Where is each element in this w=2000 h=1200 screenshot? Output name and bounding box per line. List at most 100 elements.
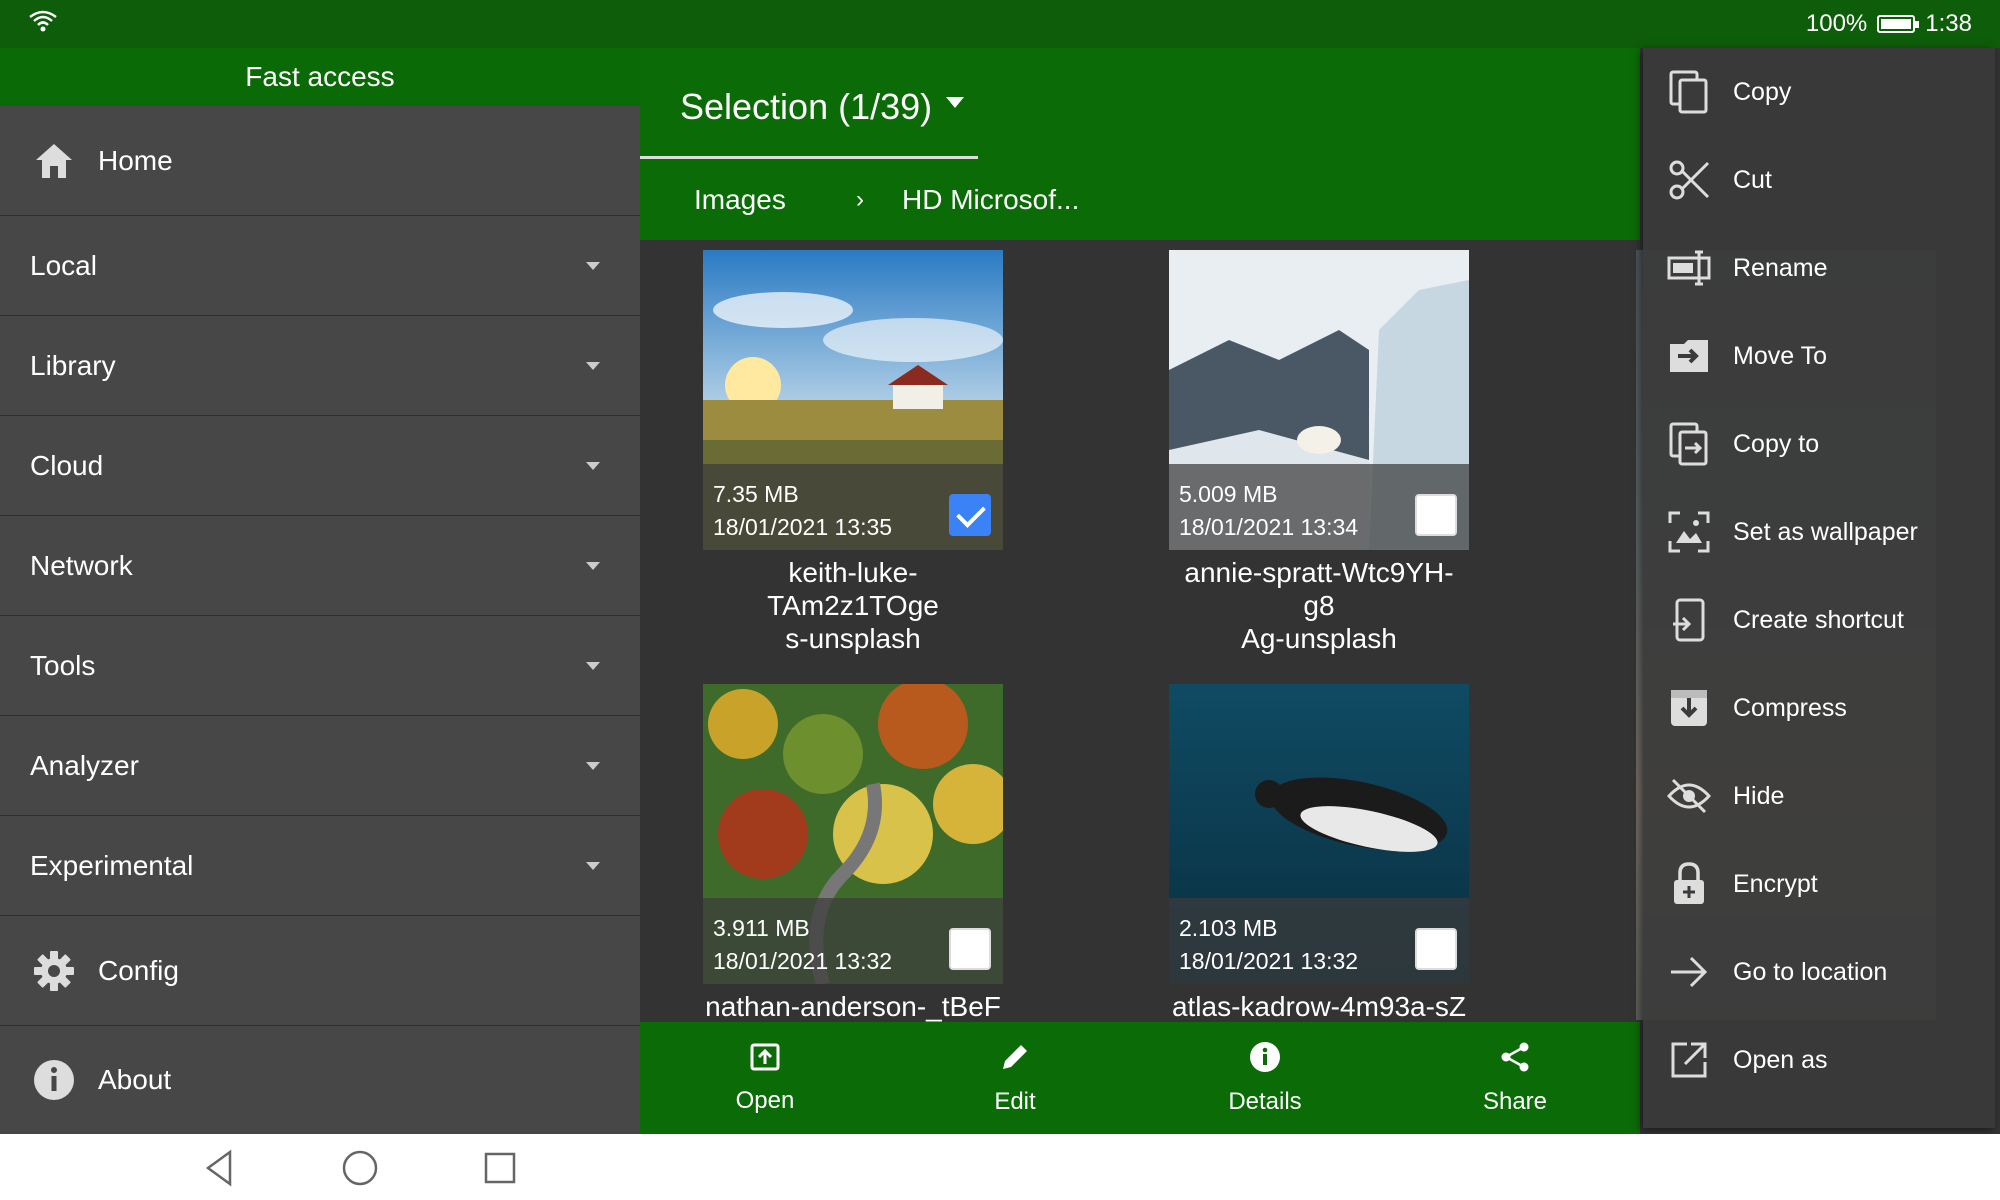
menu-item-label: Hide bbox=[1733, 781, 1785, 810]
info-icon bbox=[1249, 1041, 1281, 1080]
file-name-line: Ag-unsplash bbox=[1241, 623, 1397, 654]
drawer-item-local[interactable]: Local bbox=[0, 216, 640, 316]
rename-icon bbox=[1665, 244, 1713, 292]
status-bar: 100% 1:38 bbox=[0, 0, 2000, 48]
menu-item-label: Create shortcut bbox=[1733, 605, 1904, 634]
details-label: Details bbox=[1228, 1087, 1302, 1115]
file-item[interactable]: 7.35 MB 18/01/2021 13:35 keith-luke-TAm2… bbox=[703, 250, 1003, 655]
move-to-icon bbox=[1665, 332, 1713, 380]
drawer-item-about[interactable]: About bbox=[0, 1026, 640, 1134]
menu-item-hide[interactable]: Hide bbox=[1643, 752, 1995, 840]
menu-item-label: Rename bbox=[1733, 253, 1828, 282]
arrow-right-icon bbox=[1665, 948, 1713, 996]
back-icon[interactable] bbox=[200, 1148, 240, 1188]
menu-item-label: Open as bbox=[1733, 1045, 1828, 1074]
drawer-item-library[interactable]: Library bbox=[0, 316, 640, 416]
file-name: annie-spratt-Wtc9YH-g8 Ag-unsplash bbox=[1169, 556, 1469, 655]
info-icon bbox=[32, 1058, 76, 1102]
menu-item-set-as-wallpaper[interactable]: Set as wallpaper bbox=[1643, 488, 1995, 576]
menu-item-label: Set as wallpaper bbox=[1733, 517, 1918, 546]
breadcrumb-current[interactable]: HD Microsof... bbox=[902, 184, 1079, 216]
app-bar: Selection (1/39) bbox=[640, 48, 1640, 160]
drawer-item-label: Library bbox=[30, 349, 116, 381]
breadcrumb-images[interactable]: Images bbox=[694, 184, 786, 216]
menu-item-label: Encrypt bbox=[1733, 869, 1818, 898]
eye-off-icon bbox=[1665, 772, 1713, 820]
bottom-action-bar: Open Edit Details Share bbox=[640, 1022, 1640, 1134]
drawer-item-label: Cloud bbox=[30, 449, 104, 481]
menu-item-label: Compress bbox=[1733, 693, 1847, 722]
edit-label: Edit bbox=[994, 1087, 1036, 1115]
file-item[interactable]: 3.911 MB 18/01/2021 13:32 nathan-anderso… bbox=[703, 684, 1003, 1023]
chevron-right-icon: › bbox=[856, 186, 864, 213]
overflow-menu: Copy Cut Rename Move To Copy to Set as w… bbox=[1643, 48, 1995, 1128]
dropdown-arrow-icon bbox=[946, 96, 965, 108]
selection-dropdown[interactable]: Selection (1/39) bbox=[680, 86, 965, 128]
menu-item-open-as[interactable]: Open as bbox=[1643, 1016, 1995, 1104]
breadcrumb: Images › HD Microsof... bbox=[640, 160, 1640, 240]
menu-item-encrypt[interactable]: Encrypt bbox=[1643, 840, 1995, 928]
drawer-item-config[interactable]: Config bbox=[0, 916, 640, 1026]
file-name-line: atlas-kadrow-4m93a-sZ bbox=[1171, 991, 1467, 1022]
file-name-line: nathan-anderson-_tBeF bbox=[705, 991, 1001, 1022]
open-external-icon bbox=[1665, 1036, 1713, 1084]
recents-icon[interactable] bbox=[480, 1148, 520, 1188]
system-nav-bar bbox=[0, 1134, 2000, 1200]
edit-button[interactable]: Edit bbox=[890, 1022, 1140, 1134]
chevron-down-icon bbox=[586, 561, 600, 570]
menu-item-label: Copy to bbox=[1733, 429, 1820, 458]
drawer-item-network[interactable]: Network bbox=[0, 516, 640, 616]
select-checkbox[interactable] bbox=[949, 494, 991, 536]
select-checkbox[interactable] bbox=[949, 928, 991, 970]
lock-icon bbox=[1665, 860, 1713, 908]
home-nav-icon[interactable] bbox=[340, 1148, 380, 1188]
details-button[interactable]: Details bbox=[1140, 1022, 1390, 1134]
drawer-item-home[interactable]: Home bbox=[0, 106, 640, 216]
thumbnail: 5.009 MB 18/01/2021 13:34 bbox=[1169, 250, 1469, 550]
file-name: nathan-anderson-_tBeF bbox=[703, 990, 1003, 1023]
menu-item-cut[interactable]: Cut bbox=[1643, 136, 1995, 224]
chevron-down-icon bbox=[586, 761, 600, 770]
select-checkbox[interactable] bbox=[1415, 928, 1457, 970]
menu-item-rename[interactable]: Rename bbox=[1643, 224, 1995, 312]
share-icon bbox=[1499, 1041, 1531, 1080]
drawer-item-label: Tools bbox=[30, 649, 96, 681]
file-item[interactable]: 2.103 MB 18/01/2021 13:32 atlas-kadrow-4… bbox=[1169, 684, 1469, 1023]
file-item[interactable]: 5.009 MB 18/01/2021 13:34 annie-spratt-W… bbox=[1169, 250, 1469, 655]
thumbnail: 3.911 MB 18/01/2021 13:32 bbox=[703, 684, 1003, 984]
battery-icon bbox=[1877, 15, 1920, 33]
drawer-item-analyzer[interactable]: Analyzer bbox=[0, 716, 640, 816]
scissors-icon bbox=[1665, 156, 1713, 204]
drawer-item-label: Experimental bbox=[30, 849, 194, 881]
select-checkbox[interactable] bbox=[1415, 494, 1457, 536]
chevron-down-icon bbox=[586, 361, 600, 370]
menu-item-create-shortcut[interactable]: Create shortcut bbox=[1643, 576, 1995, 664]
navigation-drawer: Fast access Home Local Library Cloud Net… bbox=[0, 48, 640, 1134]
drawer-item-label: Analyzer bbox=[30, 749, 139, 781]
pencil-icon bbox=[999, 1041, 1031, 1080]
share-button[interactable]: Share bbox=[1390, 1022, 1640, 1134]
menu-item-compress[interactable]: Compress bbox=[1643, 664, 1995, 752]
menu-item-go-to-location[interactable]: Go to location bbox=[1643, 928, 1995, 1016]
file-name: keith-luke-TAm2z1TOge s-unsplash bbox=[703, 556, 1003, 655]
copy-to-icon bbox=[1665, 420, 1713, 468]
drawer-item-cloud[interactable]: Cloud bbox=[0, 416, 640, 516]
drawer-item-experimental[interactable]: Experimental bbox=[0, 816, 640, 916]
menu-item-copy[interactable]: Copy bbox=[1643, 48, 1995, 136]
main-content: Selection (1/39) Images › HD Microsof... bbox=[640, 48, 1640, 1134]
open-button[interactable]: Open bbox=[640, 1022, 890, 1134]
menu-item-label: Move To bbox=[1733, 341, 1828, 370]
file-name-line: s-unsplash bbox=[785, 623, 921, 654]
drawer-item-label: About bbox=[98, 1064, 172, 1095]
drawer-item-label: Config bbox=[98, 954, 179, 986]
drawer-item-tools[interactable]: Tools bbox=[0, 616, 640, 716]
file-name-line: annie-spratt-Wtc9YH-g8 bbox=[1184, 557, 1454, 621]
menu-item-move-to[interactable]: Move To bbox=[1643, 312, 1995, 400]
menu-item-copy-to[interactable]: Copy to bbox=[1643, 400, 1995, 488]
drawer-header: Fast access bbox=[0, 48, 640, 106]
home-icon bbox=[32, 139, 76, 183]
clock: 1:38 bbox=[1925, 10, 1972, 37]
shortcut-icon bbox=[1665, 596, 1713, 644]
open-icon bbox=[749, 1042, 781, 1079]
battery-percent: 100% bbox=[1805, 10, 1868, 37]
